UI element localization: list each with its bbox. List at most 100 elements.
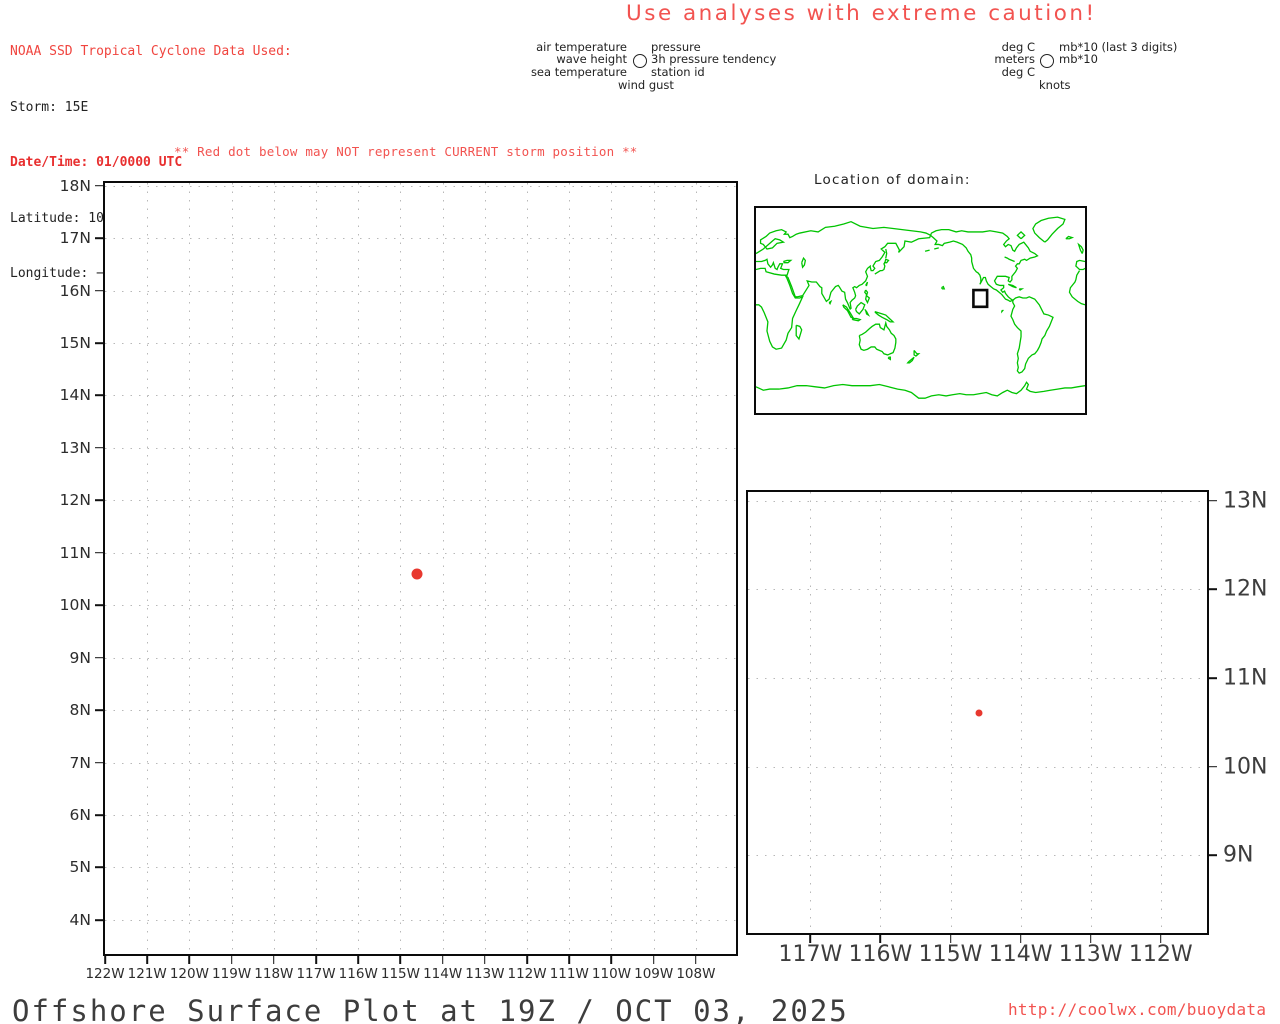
x-tick-label: 117W: [778, 942, 843, 967]
y-axis-tick: [95, 551, 103, 554]
y-tick-label: 17N: [59, 229, 91, 248]
coastline: [942, 287, 945, 289]
y-axis-tick: [95, 604, 103, 606]
coastline: [875, 312, 893, 322]
x-tick-label: 110W: [591, 966, 632, 982]
y-axis-tick: [95, 814, 103, 816]
x-axis-tick: [484, 956, 486, 964]
grid-line-horizontal: [105, 552, 736, 554]
coastline: [783, 260, 790, 262]
x-axis-tick: [146, 956, 148, 964]
y-tick-label: 10N: [59, 596, 91, 615]
coastline: [925, 250, 930, 251]
coastline: [1019, 289, 1022, 290]
grid-line-horizontal: [105, 238, 736, 240]
x-axis-tick: [188, 956, 191, 964]
x-tick-label: 122W: [85, 966, 125, 982]
y-tick-label: 4N: [69, 910, 91, 929]
coastline: [1011, 297, 1053, 373]
legend-wind-gust: wind gust: [618, 77, 674, 92]
x-tick-label: 116W: [848, 942, 913, 967]
x-tick-label: 109W: [634, 966, 674, 982]
coastline: [866, 282, 868, 285]
coastline: [1066, 236, 1072, 238]
coastline: [1005, 257, 1015, 262]
grid-line-horizontal: [105, 657, 736, 659]
grid-line-horizontal: [105, 185, 736, 187]
legend-station-id: station id: [651, 64, 705, 79]
x-tick-label: 111W: [549, 966, 589, 982]
coastline: [756, 382, 1085, 398]
coastline: [1017, 232, 1024, 239]
x-tick-label: 116W: [338, 966, 378, 982]
grid-line-horizontal: [105, 447, 736, 449]
storm-position-dot: [975, 709, 983, 717]
grid-line-horizontal: [748, 500, 1207, 502]
domain-box: [973, 290, 987, 307]
y-tick-label: 12N: [59, 491, 91, 510]
grid-line-vertical: [810, 492, 812, 933]
grid-line-vertical: [400, 183, 402, 954]
y-axis-tick: [95, 866, 103, 869]
x-axis-tick: [441, 956, 444, 964]
x-tick-label: 118W: [254, 966, 294, 982]
y-axis-tick: [95, 394, 103, 397]
legend-wave-height: wave height: [556, 52, 627, 67]
x-tick-label: 119W: [212, 966, 252, 982]
grid-line-vertical: [527, 183, 529, 954]
x-axis-tick: [610, 956, 613, 964]
y-axis-tick: [95, 919, 103, 921]
source-url-link[interactable]: http://coolwx.com/buoydata: [1008, 1000, 1266, 1019]
grid-line-vertical: [653, 183, 655, 954]
page-title: Offshore Surface Plot at 19Z / OCT 03, 2…: [12, 994, 849, 1024]
y-tick-label: 13N: [59, 438, 91, 457]
x-tick-label: 113W: [465, 966, 505, 982]
x-axis-tick: [104, 956, 106, 964]
grid-line-horizontal: [748, 589, 1207, 591]
coastline: [859, 323, 896, 355]
x-axis-tick: [695, 956, 697, 964]
coastline: [886, 249, 887, 258]
tc-info-title: NOAA SSD Tropical Cyclone Data Used:: [10, 44, 292, 59]
grid-line-vertical: [231, 183, 233, 954]
grid-line-horizontal: [105, 919, 736, 921]
y-axis-tick: [95, 447, 103, 449]
y-axis-tick: [95, 289, 103, 292]
grid-line-horizontal: [105, 605, 736, 607]
grid-line-horizontal: [748, 766, 1207, 768]
y-axis-tick: [95, 342, 103, 344]
x-axis-tick: [652, 956, 655, 964]
grid-line-vertical: [484, 183, 486, 954]
storm-position-dot: [411, 568, 423, 580]
grid-line-vertical: [442, 183, 444, 954]
y-axis-tick: [95, 184, 103, 187]
grid-line-vertical: [1090, 492, 1092, 933]
x-axis-tick: [526, 956, 528, 964]
coastline: [1002, 311, 1003, 312]
x-axis-tick: [357, 956, 360, 964]
x-tick-label: 112W: [1128, 942, 1193, 967]
grid-line-horizontal: [105, 762, 736, 764]
grid-line-horizontal: [105, 815, 736, 816]
y-axis-tick: [1209, 588, 1217, 591]
x-tick-label: 114W: [988, 942, 1053, 967]
station-model-legend: air temperature wave height sea temperat…: [500, 41, 830, 93]
grid-line-horizontal: [748, 677, 1207, 679]
station-legend-left-column: air temperature wave height sea temperat…: [500, 41, 627, 79]
grid-line-horizontal: [748, 855, 1207, 857]
world-map-coastlines: [756, 208, 1085, 413]
y-tick-label: 11N: [1223, 665, 1268, 691]
coastline: [1079, 244, 1084, 253]
y-tick-label: 13N: [1223, 488, 1268, 514]
coastline: [856, 303, 865, 314]
grid-line-vertical: [880, 492, 882, 933]
x-tick-label: 120W: [169, 966, 209, 982]
station-circle-icon: [633, 54, 647, 68]
x-tick-label: 108W: [676, 966, 716, 982]
y-axis-tick: [95, 709, 103, 711]
coastline: [756, 222, 931, 309]
unit-deg-c-sea: deg C: [1001, 64, 1035, 79]
unit-meters: meters: [994, 52, 1035, 67]
y-axis-tick: [95, 761, 103, 764]
y-axis-tick: [1209, 854, 1217, 856]
